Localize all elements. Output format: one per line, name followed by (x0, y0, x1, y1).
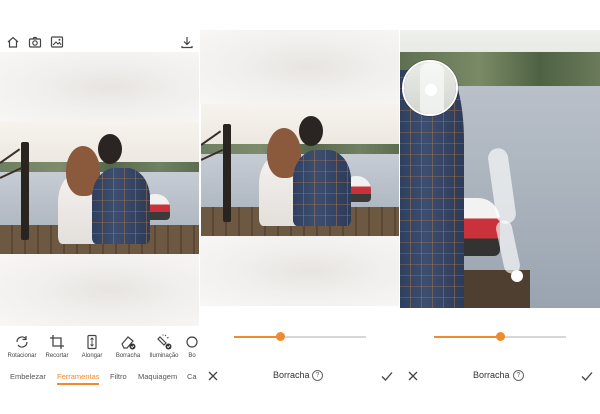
blurred-background-top (200, 30, 399, 104)
tool-icon (186, 336, 198, 348)
tab-filtro[interactable]: Filtro (110, 372, 127, 381)
tool-crop[interactable]: Recortar (39, 334, 75, 359)
brush-cursor[interactable] (511, 270, 523, 282)
tab-maquiagem[interactable]: Maquiagem (138, 372, 177, 381)
camera-icon[interactable] (28, 35, 42, 49)
close-icon[interactable] (206, 369, 220, 383)
blurred-background-bottom (0, 254, 199, 326)
eraser-zoom-panel: Borracha ? (400, 0, 600, 414)
screen-title: Borracha (273, 370, 310, 380)
tool-label: Borracha (115, 353, 141, 359)
tool-eraser[interactable]: Borracha (110, 334, 146, 359)
zoomed-photo-canvas[interactable] (400, 30, 600, 308)
tool-rotate[interactable]: Rotacionar (4, 334, 40, 359)
tool-label: Rotacionar (7, 353, 37, 359)
slider-fill (234, 336, 281, 338)
slider-fill (434, 336, 500, 338)
blurred-background-bottom (200, 236, 399, 306)
crop-icon (50, 335, 64, 349)
slider-knob[interactable] (495, 332, 505, 341)
tool-lighting[interactable]: Iluminação (146, 334, 182, 359)
tab-embelezar[interactable]: Embelezar (10, 372, 46, 381)
magnifier-loupe (402, 60, 458, 116)
rotate-icon (16, 336, 28, 348)
tool-label: Recortar (45, 353, 69, 359)
tool-label: Bo (188, 353, 196, 359)
tool-stretch[interactable]: Alongar (74, 334, 110, 359)
eraser-panel: Borracha ? (200, 0, 399, 414)
tool-label: Alongar (81, 353, 103, 359)
editor-tools-panel: Rotacionar Recortar Alongar Borracha Ilu… (0, 0, 199, 414)
home-icon[interactable] (6, 35, 20, 49)
eraser-icon (121, 336, 136, 350)
screen-title: Borracha (473, 370, 510, 380)
tab-ferramentas[interactable]: Ferramentas (57, 372, 100, 381)
confirm-icon[interactable] (380, 369, 394, 383)
gallery-icon[interactable] (50, 35, 64, 49)
active-tab-indicator (57, 383, 99, 385)
tool-partial[interactable]: Bo (182, 334, 199, 359)
category-tabs: Embelezar Ferramentas Filtro Maquiagem C… (0, 368, 199, 386)
tool-label: Iluminação (149, 353, 179, 359)
help-icon[interactable]: ? (312, 370, 323, 381)
help-icon[interactable]: ? (513, 370, 524, 381)
photo-canvas[interactable] (0, 122, 199, 254)
stretch-icon (87, 334, 97, 350)
blurred-background-top (0, 52, 199, 122)
confirm-icon[interactable] (580, 369, 594, 383)
download-icon[interactable] (180, 35, 194, 49)
close-icon[interactable] (406, 369, 420, 383)
slider-knob[interactable] (275, 332, 285, 341)
lighting-icon (157, 334, 172, 350)
photo-canvas[interactable] (201, 104, 399, 236)
tab-partial[interactable]: Ca (187, 372, 197, 381)
